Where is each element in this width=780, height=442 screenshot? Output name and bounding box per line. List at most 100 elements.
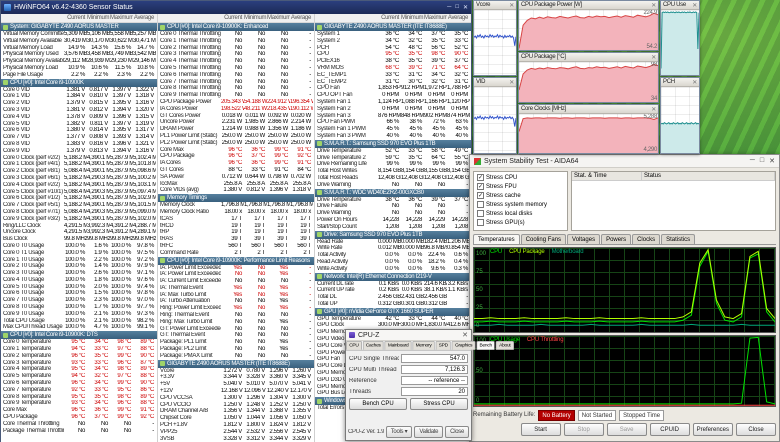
close-icon[interactable]: ✕ [462, 331, 468, 339]
graph-titlebar[interactable]: Core Clocks [MHz]✕ [519, 105, 658, 114]
tab-clocks[interactable]: Clocks [632, 234, 660, 244]
sensor-section-header[interactable]: CPU [#0]: Intel Core i9-10900K: Performa… [158, 257, 314, 265]
cpuz-footer: CPU-Z Ver. 1.94.0.x64 Tools ▾ValidateClo… [348, 426, 469, 438]
stop-button[interactable]: Stop [564, 423, 604, 436]
minimize-icon[interactable]: ─ [750, 157, 755, 165]
sensor-value: 100.0 % [110, 290, 133, 297]
sensor-value: No [221, 312, 244, 319]
minimize-icon[interactable]: ─ [447, 4, 451, 11]
sensor-label: Ring: Power Limit Exceeded [158, 305, 221, 312]
checkbox-stress-system-memory[interactable]: Stress system memory [475, 200, 566, 209]
tab-spd[interactable]: SPD [435, 341, 451, 350]
tab-temperatures[interactable]: Temperatures [473, 234, 520, 244]
graph-titlebar[interactable]: PCH✕ [661, 78, 699, 87]
graph-titlebar[interactable]: CPU Use ✕ [661, 1, 699, 10]
close-icon[interactable]: ✕ [509, 79, 514, 86]
graph-titlebar[interactable]: Vcore✕ [474, 1, 516, 10]
close-icon[interactable]: ✕ [651, 54, 656, 61]
tab-powers[interactable]: Powers [601, 234, 631, 244]
sensor-value: 1.344 V [244, 408, 267, 415]
cpuz-titlebar[interactable]: CPU-Z ✕ [346, 330, 471, 341]
graph-titlebar[interactable]: VID✕ [474, 78, 516, 87]
close-button[interactable]: Close [736, 423, 776, 436]
sensor-value: 874 RPM [447, 113, 470, 120]
sensor-value: 1,208 [401, 224, 424, 231]
sensor-section-header[interactable]: CPU [#0]: Intel Core i9-10900K: Enhanced [158, 23, 314, 31]
sensor-section-header[interactable]: Drive: Samsung SSD 970 EVO Plus 1TB [315, 231, 471, 239]
sensor-section-header[interactable]: CPU [#0]: Intel Core i9-10900K [1, 79, 157, 87]
sensor-value: 2.866 W [267, 119, 290, 126]
bench-cpu-button[interactable]: Bench CPU [349, 398, 407, 410]
sensor-value: 0.809 V [87, 114, 110, 121]
sensor-section-header[interactable]: S.M.A.R.T.: WDC WD40EZRZ-00GXCB0 [315, 189, 471, 197]
graph-titlebar[interactable]: CPU Package Power [W]✕ [519, 1, 658, 10]
sensor-section-header[interactable]: GPU [#0]: nVidia GeForce GTX 1660 SUPER [315, 308, 471, 316]
tab-graphics[interactable]: Graphics [452, 341, 476, 350]
sensor-value: 32 °C [424, 79, 447, 86]
sensor-row: Core 1 T0 Usage100.0 %2.2 %100.0 %97.2 % [1, 257, 157, 264]
checkbox-stress-local-disks[interactable]: Stress local disks [475, 209, 566, 218]
stress-cpu-button[interactable]: Stress CPU [410, 398, 468, 410]
close-icon[interactable]: ✕ [692, 2, 697, 9]
checkbox-stress-gpu-s[interactable]: Stress GPU(s) [475, 218, 566, 227]
tab-cooling-fans[interactable]: Cooling Fans [521, 234, 566, 244]
sensor-column-2: CurrentMinimumMaximumAverageCPU [#0]: In… [158, 14, 315, 442]
legend-item: Motherboard [552, 249, 584, 255]
close-icon[interactable]: ✕ [651, 2, 656, 9]
tab-cpu[interactable]: CPU [346, 341, 362, 350]
graph-titlebar[interactable]: CPU Package [°C]✕ [519, 53, 658, 62]
save-button[interactable]: Save [607, 423, 647, 436]
start-button[interactable]: Start [521, 423, 561, 436]
maximize-icon[interactable]: □ [455, 4, 459, 11]
sensor-section-header[interactable]: Memory Timings [158, 194, 314, 202]
sensor-value: 3,458 MB [87, 51, 110, 58]
sensor-value: 100.0 % [64, 250, 87, 257]
reference-select[interactable]: -- reference -- [401, 376, 468, 385]
close-icon[interactable]: ✕ [651, 106, 656, 113]
checkbox-stress-cpu[interactable]: ✓Stress CPU [475, 173, 566, 182]
close-icon[interactable]: ✕ [692, 79, 697, 86]
close-icon[interactable]: ✕ [769, 157, 775, 165]
close-button[interactable]: Close [445, 426, 469, 438]
sensor-section-header[interactable]: CPU [#0]: Intel Core i9-10900K: DTS [1, 331, 157, 339]
tab-caches[interactable]: Caches [363, 341, 384, 350]
sensor-value: - [290, 353, 313, 360]
tab-memory[interactable]: Memory [412, 341, 434, 350]
sensor-section-header[interactable]: System: GIGABYTE Z490 AORUS MASTER [1, 23, 157, 31]
sensor-section-header[interactable]: S.M.A.R.T.: Samsung SSD 970 EVO Plus 1TB [315, 140, 471, 148]
value-header: Current [221, 14, 244, 22]
tab-voltages[interactable]: Voltages [567, 234, 600, 244]
sensor-value: 35 °C [87, 353, 110, 360]
threads-select[interactable]: 20 [401, 387, 468, 396]
tab-mainboard[interactable]: Mainboard [385, 341, 412, 350]
tab-statistics[interactable]: Statistics [661, 234, 695, 244]
close-icon[interactable]: ✕ [463, 4, 468, 11]
sensor-value: 22.4 % [424, 252, 447, 259]
cpuid-button[interactable]: CPUID [650, 423, 690, 436]
sensor-label: Core 5 Temperature [1, 373, 64, 380]
validate-button[interactable]: Validate [414, 426, 443, 438]
hwinfo-titlebar[interactable]: HWiNFO64 v6.42-4360 Sensor Status ─ □ ✕ [1, 1, 471, 14]
sensor-label: Total Activity [315, 252, 378, 259]
sensor-value: - [290, 31, 313, 38]
sensor-section-header[interactable]: GIGABYTE Z490 AORUS MASTER (ITE IT8688E) [158, 360, 314, 368]
aida-titlebar[interactable]: System Stability Test - AIDA64 ─ □ ✕ [470, 155, 779, 168]
sensor-section-header[interactable]: Network: Intel(R) Ethernet Connection I2… [315, 273, 471, 281]
graph-title: CPU Use [663, 2, 686, 8]
sensor-value: 100.0 % [64, 270, 87, 277]
preferences-button[interactable]: Preferences [693, 423, 733, 436]
sensor-row: Package: PL1 LimitNoNoYes- [158, 339, 314, 346]
tab-about[interactable]: About [496, 341, 514, 350]
tab-bench[interactable]: Bench [476, 341, 495, 350]
sensor-value: 5,309 MB [64, 31, 87, 38]
checkbox-stress-fpu[interactable]: ✓Stress FPU [475, 182, 566, 191]
sensor-value: 30,419 MB [64, 38, 87, 45]
sensor-value: 100.0 % [64, 243, 87, 250]
sensor-section-header[interactable]: GIGABYTE Z490 AORUS MASTER (ITE IT8688E) [315, 23, 471, 31]
maximize-icon[interactable]: □ [760, 157, 764, 165]
close-icon[interactable]: ✕ [509, 2, 514, 9]
checkbox-stress-cache[interactable]: ✓Stress cache [475, 191, 566, 200]
sensor-value: 1.397 V [110, 121, 133, 128]
tools-button[interactable]: Tools ▾ [386, 426, 413, 438]
sensor-row: Drive WarningNoNoNo- [315, 210, 471, 217]
